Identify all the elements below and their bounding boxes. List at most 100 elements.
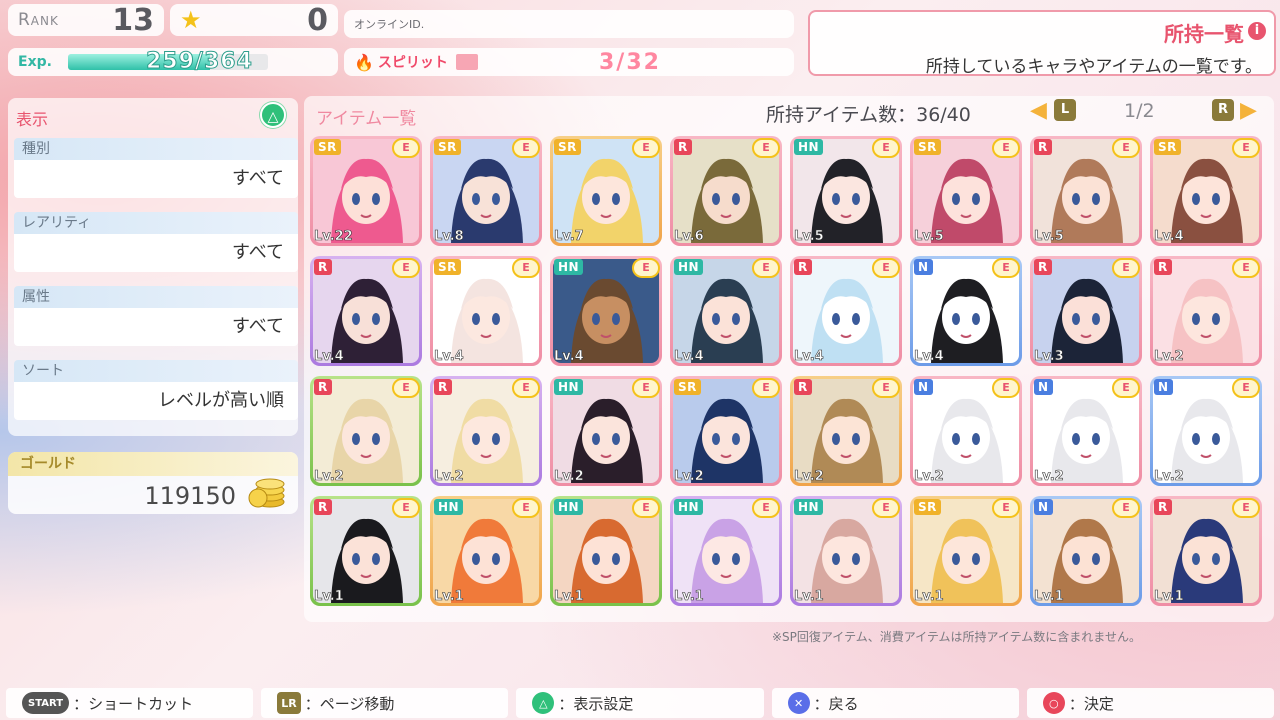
rarity-badge: R [1154, 499, 1172, 515]
circle-button-icon: ○ [1042, 692, 1065, 714]
rarity-badge: R [314, 499, 332, 515]
level-label: Lv.1 [794, 589, 824, 605]
item-card[interactable]: R E Lv.5 [1030, 136, 1142, 246]
rarity-badge: HN [674, 499, 704, 515]
equip-badge: E [992, 498, 1020, 518]
level-label: Lv.5 [794, 229, 824, 245]
filter-title: 表示 [16, 110, 49, 129]
equip-badge: E [872, 378, 900, 398]
item-card[interactable]: HN E Lv.4 [670, 256, 782, 366]
spirit-value: 3/32 [599, 49, 661, 75]
display-settings-button[interactable]: △ [260, 102, 286, 128]
item-card[interactable]: R E Lv.4 [790, 256, 902, 366]
equip-badge: E [992, 258, 1020, 278]
item-card[interactable]: R E Lv.1 [310, 496, 422, 606]
equip-badge: E [1112, 258, 1140, 278]
triangle-button-icon: △ [532, 692, 555, 714]
item-card[interactable]: R E Lv.2 [430, 376, 542, 486]
item-card[interactable]: R E Lv.2 [310, 376, 422, 486]
hint-label: ：ショートカット [73, 694, 194, 713]
next-page-icon[interactable]: ▶ [1240, 98, 1260, 124]
gold-panel: ゴールド 119150 [8, 452, 298, 514]
item-card[interactable]: SR E Lv.22 [310, 136, 422, 246]
equip-badge: E [1112, 498, 1140, 518]
item-list-title: アイテム一覧 [316, 109, 417, 129]
level-label: Lv.1 [314, 589, 344, 605]
cross-button-icon: ✕ [787, 692, 810, 714]
rarity-badge: HN [674, 259, 704, 275]
item-card[interactable]: HN E Lv.1 [790, 496, 902, 606]
item-card[interactable]: SR E Lv.8 [430, 136, 542, 246]
item-card[interactable]: R E Lv.2 [790, 376, 902, 486]
item-card[interactable]: SR E Lv.7 [550, 136, 662, 246]
filter-row-attribute[interactable]: 属性 すべて [14, 286, 298, 350]
level-label: Lv.4 [794, 349, 824, 365]
item-card[interactable]: HN E Lv.5 [790, 136, 902, 246]
filter-row-value: すべて [14, 308, 298, 346]
item-card[interactable]: R E Lv.3 [1030, 256, 1142, 366]
item-card[interactable]: SR E Lv.1 [910, 496, 1022, 606]
equip-badge: E [872, 498, 900, 518]
level-label: Lv.1 [1154, 589, 1184, 605]
rarity-badge: HN [554, 379, 584, 395]
rarity-badge: R [794, 259, 812, 275]
item-card[interactable]: R E Lv.2 [1150, 256, 1262, 366]
rank-value: 13 [112, 2, 154, 38]
item-card[interactable]: HN E Lv.1 [550, 496, 662, 606]
level-label: Lv.2 [914, 469, 944, 485]
hint-display-settings[interactable]: △ ：表示設定 [516, 688, 764, 718]
item-card[interactable]: SR E Lv.4 [430, 256, 542, 366]
equip-badge: E [752, 138, 780, 158]
rarity-badge: SR [434, 139, 461, 155]
item-card[interactable]: SR E Lv.4 [1150, 136, 1262, 246]
item-card[interactable]: HN E Lv.2 [550, 376, 662, 486]
filter-row-sort[interactable]: ソート レベルが高い順 [14, 360, 298, 424]
level-label: Lv.2 [1154, 349, 1184, 365]
r-button-icon[interactable]: R [1212, 99, 1234, 121]
filter-row-rarity[interactable]: レアリティ すべて [14, 212, 298, 276]
item-card[interactable]: HN E Lv.1 [670, 496, 782, 606]
filter-panel: 表示 △ 種別 すべて レアリティ すべて 属性 すべて ソート レベルが高い順 [8, 98, 298, 436]
prev-page-icon[interactable]: ◀ [1030, 98, 1050, 124]
item-card[interactable]: HN E Lv.1 [430, 496, 542, 606]
item-card[interactable]: R E Lv.1 [1150, 496, 1262, 606]
equip-badge: E [992, 138, 1020, 158]
hint-page-move[interactable]: LR ：ページ移動 [261, 688, 509, 718]
gold-value: 119150 [144, 482, 236, 510]
hint-confirm[interactable]: ○ ：決定 [1026, 688, 1275, 718]
online-id-label: オンラインID. [354, 18, 425, 31]
info-panel: 所持一覧 i 所持しているキャラやアイテムの一覧です。 [808, 10, 1276, 77]
filter-row-type[interactable]: 種別 すべて [14, 138, 298, 202]
start-button-icon: START [22, 692, 70, 714]
item-card[interactable]: N E Lv.2 [1150, 376, 1262, 486]
level-label: Lv.6 [674, 229, 704, 245]
lr-button-icon: LR [277, 692, 301, 714]
equip-badge: E [392, 258, 420, 278]
hint-shortcut[interactable]: START ：ショートカット [6, 688, 254, 718]
level-label: Lv.4 [434, 349, 464, 365]
rarity-badge: SR [674, 379, 701, 395]
rarity-badge: SR [314, 139, 341, 155]
item-card[interactable]: SR E Lv.5 [910, 136, 1022, 246]
filter-row-label: レアリティ [14, 212, 298, 234]
l-button-icon[interactable]: L [1054, 99, 1076, 121]
item-card[interactable]: SR E Lv.2 [670, 376, 782, 486]
filter-row-value: すべて [14, 234, 298, 272]
item-card[interactable]: N E Lv.1 [1030, 496, 1142, 606]
equip-badge: E [632, 258, 660, 278]
equip-badge: E [752, 258, 780, 278]
equip-badge: E [872, 258, 900, 278]
level-label: Lv.2 [434, 469, 464, 485]
item-card[interactable]: N E Lv.4 [910, 256, 1022, 366]
flame-icon: 🔥 [354, 52, 374, 72]
info-icon[interactable]: i [1248, 22, 1266, 40]
hint-back[interactable]: ✕ ：戻る [771, 688, 1019, 718]
item-card[interactable]: R E Lv.6 [670, 136, 782, 246]
item-card[interactable]: N E Lv.2 [910, 376, 1022, 486]
level-label: Lv.2 [794, 469, 824, 485]
item-card[interactable]: N E Lv.2 [1030, 376, 1142, 486]
item-card[interactable]: R E Lv.4 [310, 256, 422, 366]
item-card[interactable]: HN E Lv.4 [550, 256, 662, 366]
control-hint-bar: START ：ショートカット LR ：ページ移動 △ ：表示設定 ✕ ：戻る ○… [0, 688, 1280, 720]
level-label: Lv.4 [674, 349, 704, 365]
